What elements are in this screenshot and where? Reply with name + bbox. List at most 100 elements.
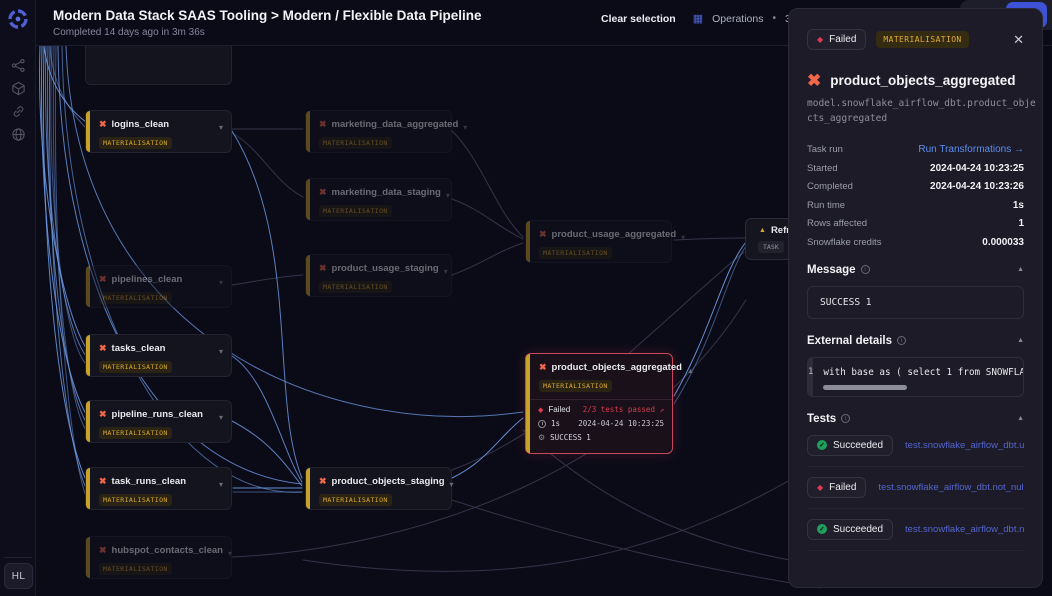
graph-node-pipelines-clean[interactable]: pipelines_clean MATERIALISATION: [85, 265, 232, 308]
node-accent-bar: [306, 111, 310, 152]
globe-icon[interactable]: [11, 127, 26, 142]
chevron-up-icon[interactable]: [687, 368, 694, 375]
succeeded-check-icon: [817, 524, 827, 534]
graph-node-task-runs-clean[interactable]: task_runs_clean MATERIALISATION: [85, 467, 232, 510]
graph-node-marketing-data-aggregated[interactable]: marketing_data_aggregated MATERIALISATIO…: [305, 110, 452, 153]
node-label: pipeline_runs_clean: [112, 409, 203, 420]
chevron-down-icon[interactable]: [219, 413, 223, 422]
close-icon[interactable]: [1013, 32, 1024, 48]
chevron-down-icon[interactable]: [444, 267, 448, 276]
test-link[interactable]: test.snowflake_airflow_dbt.not_null_pr: [878, 482, 1024, 493]
node-accent-bar: [86, 537, 90, 578]
chevron-down-icon[interactable]: [219, 278, 223, 287]
graph-node-product-usage-aggregated[interactable]: product_usage_aggregated MATERIALISATION: [525, 220, 672, 263]
run-transformations-link[interactable]: Run Transformations →: [918, 144, 1024, 155]
chevron-down-icon[interactable]: [219, 480, 223, 489]
graph-node-product-objects-staging[interactable]: product_objects_staging MATERIALISATION: [305, 467, 452, 510]
graph-node-pipeline-runs-clean[interactable]: pipeline_runs_clean MATERIALISATION: [85, 400, 232, 443]
materialisation-badge: MATERIALISATION: [99, 361, 172, 373]
status-pill-succeeded: Succeeded: [807, 435, 893, 456]
detail-label: Rows affected: [807, 218, 867, 229]
node-accent-bar: [86, 266, 90, 307]
node-label: product_usage_staging: [332, 263, 439, 274]
dbt-icon: [319, 188, 327, 197]
chevron-down-icon[interactable]: [450, 480, 454, 489]
lineage-graph-icon[interactable]: [11, 58, 26, 73]
message-body: SUCCESS 1: [807, 286, 1024, 319]
node-label: tasks_clean: [112, 343, 166, 354]
details-panel: Failed MATERIALISATION product_objects_a…: [788, 8, 1043, 588]
code-line: with base as ( select 1 from SNOWFLAKE: [823, 367, 1024, 378]
failed-diamond-icon: [817, 35, 823, 44]
materialisation-badge: MATERIALISATION: [539, 380, 612, 392]
dbt-icon: [99, 275, 107, 284]
dbt-icon: [319, 264, 327, 273]
node-label: product_usage_aggregated: [552, 229, 677, 240]
dbt-icon: [99, 344, 107, 353]
chevron-down-icon[interactable]: [463, 123, 467, 132]
collapse-icon[interactable]: [1017, 337, 1024, 344]
dbt-icon: [319, 477, 327, 486]
materialisation-badge: MATERIALISATION: [99, 292, 172, 304]
dbt-icon: [99, 410, 107, 419]
app-logo[interactable]: [7, 8, 29, 30]
node-label: marketing_data_staging: [332, 187, 441, 198]
tests-summary-link[interactable]: 2/3 tests passed ↗: [583, 405, 664, 414]
materialisation-badge: MATERIALISATION: [319, 137, 392, 149]
dbt-icon: [99, 546, 107, 555]
chevron-down-icon[interactable]: [446, 191, 450, 200]
graph-node-product-objects-aggregated-selected[interactable]: product_objects_aggregated MATERIALISATI…: [525, 353, 673, 454]
status-label: Succeeded: [833, 440, 883, 451]
clock-icon: [538, 420, 546, 428]
test-link[interactable]: test.snowflake_airflow_dbt.unique_pro: [905, 440, 1024, 451]
clear-selection-button[interactable]: Clear selection: [601, 13, 676, 25]
info-icon[interactable]: [897, 336, 906, 345]
run-summary: Completed 14 days ago in 3m 36s: [53, 27, 205, 38]
detail-value: 2024-04-24 10:23:26: [930, 181, 1024, 192]
dbt-icon: [319, 120, 327, 129]
graph-node-partial[interactable]: [85, 46, 232, 85]
gear-icon: [538, 434, 545, 442]
test-link[interactable]: test.snowflake_airflow_dbt.not_null_pr: [905, 524, 1024, 535]
test-row: Failed test.snowflake_airflow_dbt.not_nu…: [807, 467, 1024, 509]
node-label: pipelines_clean: [112, 274, 183, 285]
graph-node-hubspot-contacts-clean[interactable]: hubspot_contacts_clean MATERIALISATION: [85, 536, 232, 579]
info-icon[interactable]: [841, 414, 850, 423]
graph-node-product-usage-staging[interactable]: product_usage_staging MATERIALISATION: [305, 254, 452, 297]
link-icon[interactable]: [11, 104, 26, 119]
detail-label: Snowflake credits: [807, 237, 881, 248]
detail-label: Started: [807, 163, 838, 174]
chevron-down-icon[interactable]: [219, 123, 223, 132]
node-status: Failed: [548, 405, 570, 414]
node-accent-bar: [526, 354, 530, 453]
chevron-down-icon[interactable]: [219, 347, 223, 356]
collapse-icon[interactable]: [1017, 266, 1024, 273]
graph-node-tasks-clean[interactable]: tasks_clean MATERIALISATION: [85, 334, 232, 377]
chevron-down-icon[interactable]: [681, 233, 685, 242]
info-icon[interactable]: [861, 265, 870, 274]
test-row: Succeeded test.snowflake_airflow_dbt.not…: [807, 509, 1024, 551]
user-avatar[interactable]: HL: [4, 563, 33, 589]
collapse-icon[interactable]: [1017, 415, 1024, 422]
operations-icon: [693, 12, 703, 25]
materialisation-badge: MATERIALISATION: [99, 494, 172, 506]
horizontal-scrollbar[interactable]: [823, 385, 907, 390]
chevron-down-icon[interactable]: [228, 549, 232, 558]
operations-label: Operations: [712, 13, 763, 25]
node-accent-bar: [86, 335, 90, 376]
dbt-icon: [99, 120, 107, 129]
graph-node-logins-clean[interactable]: logins_clean MATERIALISATION: [85, 110, 232, 153]
graph-node-marketing-data-staging[interactable]: marketing_data_staging MATERIALISATION: [305, 178, 452, 221]
status-pill-succeeded: Succeeded: [807, 519, 893, 540]
detail-label: Run time: [807, 200, 845, 211]
node-run-time: 1s: [551, 419, 560, 428]
dot-separator: •: [772, 13, 776, 24]
cube-icon[interactable]: [11, 81, 26, 96]
sidebar-divider: [4, 557, 32, 558]
test-row: Succeeded test.snowflake_airflow_dbt.uni…: [807, 425, 1024, 467]
node-accent-bar: [306, 255, 310, 296]
panel-title: product_objects_aggregated: [830, 73, 1015, 88]
task-badge: TASK: [758, 241, 784, 253]
tests-list: Succeeded test.snowflake_airflow_dbt.uni…: [807, 425, 1024, 551]
status-label: Failed: [829, 34, 856, 45]
